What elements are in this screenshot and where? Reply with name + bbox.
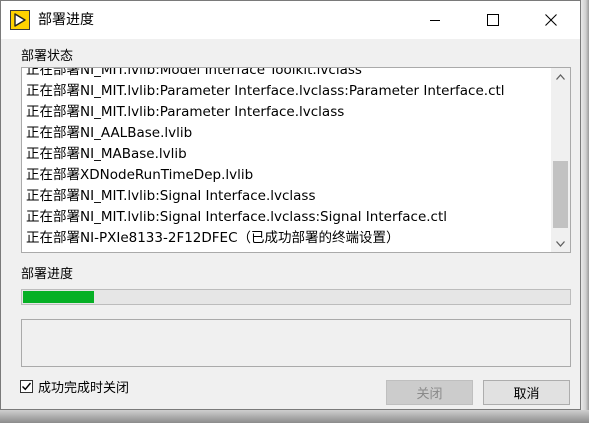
close-icon — [545, 14, 557, 26]
progress-label: 部署进度 — [21, 267, 74, 282]
close-on-success-checkbox[interactable] — [20, 379, 33, 393]
status-listbox[interactable]: 正在部署NI_MIT.lvlib:Model Interface Toolkit… — [21, 67, 571, 253]
chevron-up-icon — [556, 73, 565, 80]
status-line: 正在部署NI_AALBase.lvlib — [26, 125, 193, 141]
maximize-button[interactable] — [464, 1, 522, 39]
chevron-down-icon — [556, 240, 565, 247]
title-bar[interactable]: 部署进度 — [1, 1, 580, 39]
status-line: 正在部署NI_MIT.lvlib:Model Interface Toolkit… — [26, 67, 362, 78]
close-on-success-label: 成功完成时关闭 — [38, 380, 130, 396]
cancel-button[interactable]: 取消 — [483, 380, 570, 405]
status-lines: 正在部署NI_MIT.lvlib:Model Interface Toolkit… — [22, 67, 552, 249]
scroll-up-button[interactable] — [551, 68, 570, 85]
detail-box — [21, 319, 571, 367]
deployment-progress-window: 部署进度 部署状态 正在部署NI_MIT.lvlib:Model Interfa… — [0, 0, 581, 410]
scroll-thumb[interactable] — [553, 161, 568, 228]
vertical-scrollbar[interactable] — [551, 68, 570, 252]
background-desktop-right — [581, 0, 589, 423]
window-title: 部署进度 — [38, 12, 94, 28]
status-label: 部署状态 — [21, 49, 74, 64]
background-desktop-bottom — [0, 410, 589, 423]
close-button[interactable] — [522, 1, 580, 39]
minimize-icon — [430, 20, 440, 21]
status-line: 正在部署NI_MABase.lvlib — [26, 146, 187, 162]
deployment-progress-bar — [21, 289, 571, 305]
scroll-down-button[interactable] — [551, 235, 570, 252]
status-line: 正在部署NI_MIT.lvlib:Parameter Interface.lvc… — [26, 83, 505, 99]
progress-fill — [23, 291, 94, 303]
close-on-success-option[interactable]: 成功完成时关闭 — [20, 377, 130, 396]
status-line: 正在部署NI_MIT.lvlib:Parameter Interface.lvc… — [26, 104, 345, 120]
labview-arrow-icon — [10, 10, 30, 30]
minimize-button[interactable] — [406, 1, 464, 39]
status-line: 正在部署NI_MIT.lvlib:Signal Interface.lvclas… — [26, 188, 316, 204]
status-line: 正在部署XDNodeRunTimeDep.lvlib — [26, 167, 254, 183]
close-dialog-button[interactable]: 关闭 — [386, 380, 473, 405]
checkmark-icon — [22, 382, 32, 390]
status-line: 正在部署NI-PXIe8133-2F12DFEC（已成功部署的终端设置） — [26, 230, 400, 246]
maximize-icon — [487, 14, 499, 26]
status-line: 正在部署NI_MIT.lvlib:Signal Interface.lvclas… — [26, 209, 448, 225]
